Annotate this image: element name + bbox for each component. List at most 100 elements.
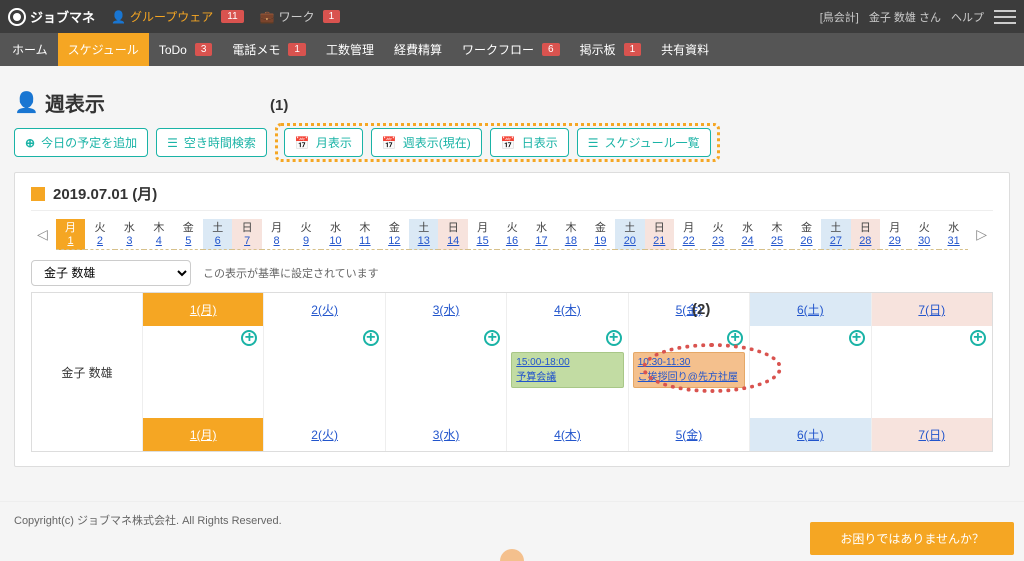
month-strip-day[interactable]: 水31 xyxy=(939,219,968,250)
head-fri[interactable]: 5(金) xyxy=(628,293,749,326)
month-strip-day[interactable]: 水3 xyxy=(115,219,144,250)
month-strip-day[interactable]: 金12 xyxy=(380,219,409,250)
nav-shared[interactable]: 共有資料 xyxy=(651,33,719,66)
foot-mon[interactable]: 1(月) xyxy=(142,418,263,451)
add-icon[interactable]: + xyxy=(849,330,865,346)
user-select[interactable]: 金子 数雄 xyxy=(31,260,191,286)
help-link[interactable]: ヘルプ xyxy=(951,9,984,25)
event-thu[interactable]: 15:00-18:00 予算会議 xyxy=(511,352,623,388)
month-strip-day[interactable]: 火23 xyxy=(703,219,732,250)
month-strip-day[interactable]: 月29 xyxy=(880,219,909,250)
nav-todo[interactable]: ToDo3 xyxy=(149,33,223,66)
foot-tue[interactable]: 2(火) xyxy=(263,418,384,451)
month-strip-day[interactable]: 月22 xyxy=(674,219,703,250)
month-strip-day[interactable]: 月1 xyxy=(56,219,85,250)
nav-phonememo[interactable]: 電話メモ1 xyxy=(222,33,316,66)
user-icon: 👤 xyxy=(111,10,126,24)
search-free-button[interactable]: ☰ 空き時間検索 xyxy=(156,128,267,157)
month-strip-day[interactable]: 日21 xyxy=(645,219,674,250)
month-strip-day[interactable]: 土20 xyxy=(615,219,644,250)
prev-arrow[interactable]: ◁ xyxy=(31,226,54,243)
week-view-button[interactable]: 📅 週表示(現在) xyxy=(371,128,482,157)
footer-name-blank xyxy=(32,418,142,451)
head-sat[interactable]: 6(土) xyxy=(749,293,870,326)
briefcase-icon: 💼 xyxy=(260,10,275,24)
nav-bar: ホーム スケジュール ToDo3 電話メモ1 工数管理 経費精算 ワークフロー6… xyxy=(0,33,1024,66)
groupware-badge: 11 xyxy=(221,10,243,23)
month-strip-day[interactable]: 木18 xyxy=(556,219,585,250)
month-strip-day[interactable]: 土13 xyxy=(409,219,438,250)
month-strip-day[interactable]: 金26 xyxy=(792,219,821,250)
foot-thu[interactable]: 4(木) xyxy=(506,418,627,451)
month-strip-day[interactable]: 水10 xyxy=(321,219,350,250)
nav-home[interactable]: ホーム xyxy=(2,33,58,66)
add-icon[interactable]: + xyxy=(970,330,986,346)
nav-board[interactable]: 掲示板1 xyxy=(570,33,652,66)
annotation-1-box: 📅 月表示 📅 週表示(現在) 📅 日表示 ☰ スケジュール一覧 xyxy=(275,123,720,162)
add-icon[interactable]: + xyxy=(484,330,500,346)
cell-fri: + 10:30-11:30 ご挨拶回り@先方社屋 xyxy=(628,326,749,418)
month-view-button[interactable]: 📅 月表示 xyxy=(284,128,363,157)
annotation-1: (1) xyxy=(270,97,288,114)
help-fab[interactable]: お困りではありませんか？ xyxy=(810,522,1014,555)
month-strip-day[interactable]: 月15 xyxy=(468,219,497,250)
row-user-name: 金子 数雄 xyxy=(32,326,142,418)
month-strip-day[interactable]: 木11 xyxy=(350,219,379,250)
month-strip-day[interactable]: 火30 xyxy=(909,219,938,250)
month-strip-day[interactable]: 木25 xyxy=(762,219,791,250)
event-fri[interactable]: 10:30-11:30 ご挨拶回り@先方社屋 xyxy=(633,352,745,388)
hamburger-menu[interactable] xyxy=(994,10,1016,24)
foot-sat[interactable]: 6(土) xyxy=(749,418,870,451)
nav-schedule[interactable]: スケジュール xyxy=(58,33,149,66)
add-today-button[interactable]: ⊕ 今日の予定を追加 xyxy=(14,128,148,157)
head-mon[interactable]: 1(月) xyxy=(142,293,263,326)
month-strip-day[interactable]: 土27 xyxy=(821,219,850,250)
head-sun[interactable]: 7(日) xyxy=(871,293,992,326)
cell-mon: + xyxy=(142,326,263,418)
head-thu[interactable]: 4(木) xyxy=(506,293,627,326)
calendar-icon: 📅 xyxy=(382,136,397,150)
month-strip-day[interactable]: 日14 xyxy=(438,219,467,250)
app-logo: ジョブマネ xyxy=(8,7,95,26)
next-arrow[interactable]: ▷ xyxy=(970,226,993,243)
month-strip-day[interactable]: 火16 xyxy=(497,219,526,250)
schedule-list-button[interactable]: ☰ スケジュール一覧 xyxy=(577,128,711,157)
month-strip-day[interactable]: 金19 xyxy=(586,219,615,250)
app-name: ジョブマネ xyxy=(30,7,95,26)
month-strip-day[interactable]: 月8 xyxy=(262,219,291,250)
add-icon[interactable]: + xyxy=(606,330,622,346)
month-strip-day[interactable]: 金5 xyxy=(174,219,203,250)
top-bar: ジョブマネ 👤 グループウェア 11 💼 ワーク 1 [鳥会計] 金子 数雄 さ… xyxy=(0,0,1024,33)
month-strip-day[interactable]: 日28 xyxy=(851,219,880,250)
toolbar: (1) ⊕ 今日の予定を追加 ☰ 空き時間検索 📅 月表示 📅 週表示(現在) … xyxy=(14,123,1010,162)
foot-sun[interactable]: 7(日) xyxy=(871,418,992,451)
month-strip-day[interactable]: 木4 xyxy=(144,219,173,250)
add-icon[interactable]: + xyxy=(241,330,257,346)
add-icon[interactable]: + xyxy=(727,330,743,346)
calendar-icon: 📅 xyxy=(501,136,516,150)
month-strip-day[interactable]: 土6 xyxy=(203,219,232,250)
calendar-card: 2019.07.01 (月) ◁ 月1火2水3木4金5土6日7月8火9水10木1… xyxy=(14,172,1010,467)
month-strip-day[interactable]: 日7 xyxy=(232,219,261,250)
current-user: 金子 数雄 さん xyxy=(869,9,941,25)
month-strip-day[interactable]: 火2 xyxy=(85,219,114,250)
cell-wed: + xyxy=(385,326,506,418)
month-strip-day[interactable]: 水17 xyxy=(527,219,556,250)
nav-manhours[interactable]: 工数管理 xyxy=(316,33,384,66)
foot-wed[interactable]: 3(水) xyxy=(385,418,506,451)
nav-expenses[interactable]: 経費精算 xyxy=(384,33,452,66)
head-wed[interactable]: 3(水) xyxy=(385,293,506,326)
head-tue[interactable]: 2(火) xyxy=(263,293,384,326)
add-icon[interactable]: + xyxy=(363,330,379,346)
day-view-button[interactable]: 📅 日表示 xyxy=(490,128,569,157)
work-link[interactable]: 💼 ワーク 1 xyxy=(260,8,341,25)
month-strip-day[interactable]: 水24 xyxy=(733,219,762,250)
groupware-link[interactable]: 👤 グループウェア 11 xyxy=(111,8,244,25)
week-body: 金子 数雄 + + + + 15:00-18:00 予算会議 + 10:30-1… xyxy=(32,326,992,418)
square-icon xyxy=(31,187,45,201)
month-strip-day[interactable]: 火9 xyxy=(291,219,320,250)
calendar-icon: 📅 xyxy=(295,136,310,150)
foot-fri[interactable]: 5(金) xyxy=(628,418,749,451)
nav-workflow[interactable]: ワークフロー6 xyxy=(452,33,570,66)
card-date-text: 2019.07.01 (月) xyxy=(53,183,157,204)
